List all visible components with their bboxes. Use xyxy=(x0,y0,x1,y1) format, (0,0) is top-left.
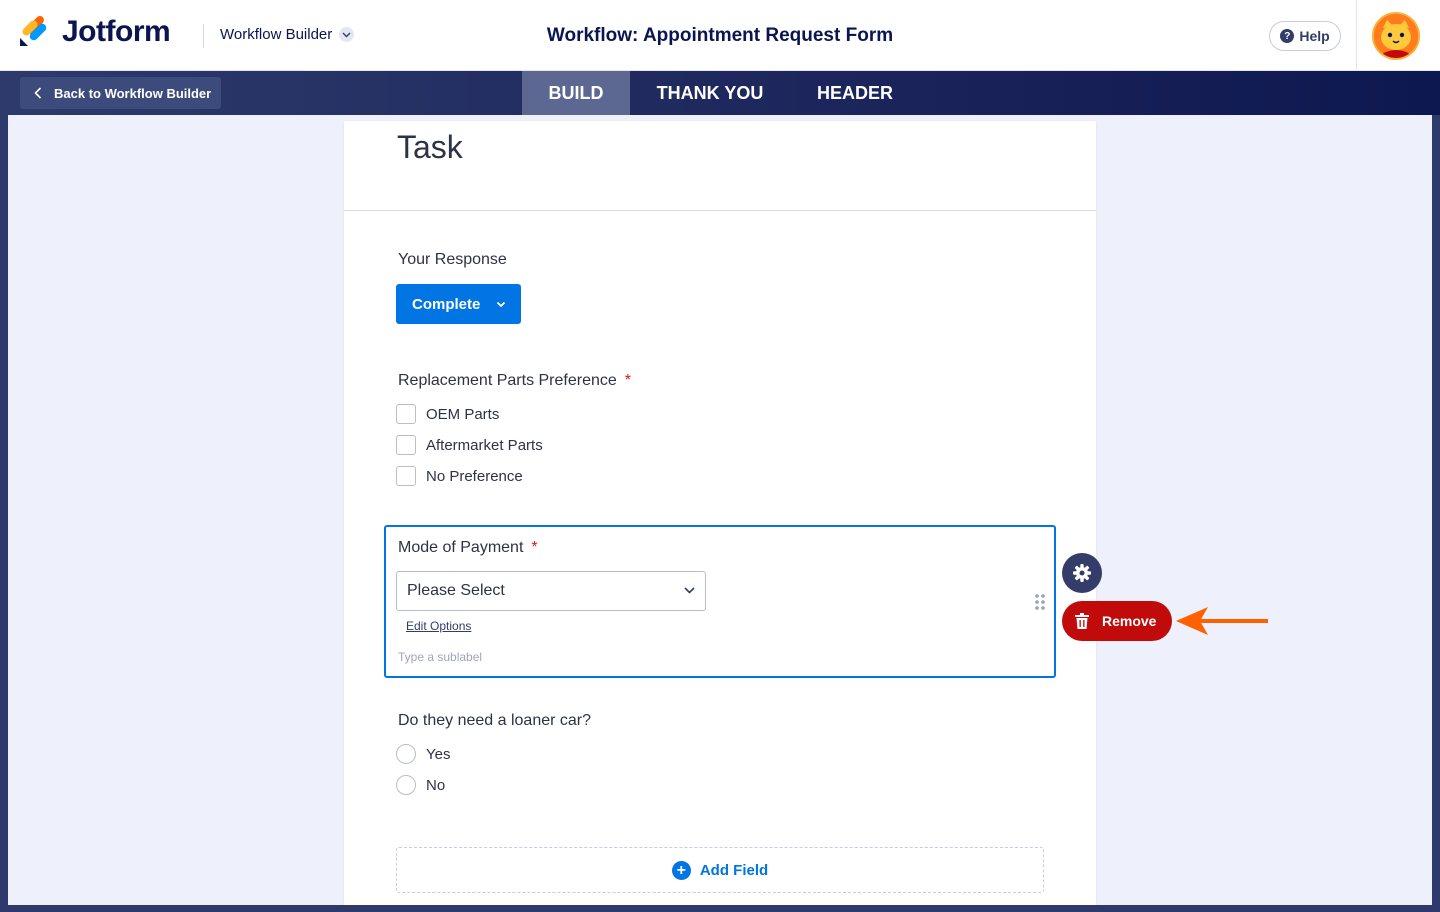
page-title: Workflow: Appointment Request Form xyxy=(546,25,894,46)
payment-label: Mode of Payment xyxy=(398,539,524,556)
radio[interactable] xyxy=(396,744,416,764)
remove-label: Remove xyxy=(1102,613,1157,629)
response-dropdown[interactable]: Complete xyxy=(396,284,521,324)
required-marker: * xyxy=(624,372,632,389)
help-button[interactable]: ? Help xyxy=(1269,21,1341,51)
payment-question[interactable]: Mode of Payment * xyxy=(398,539,538,557)
option-label: No Preference xyxy=(426,467,523,485)
plus-icon: + xyxy=(671,860,691,880)
form-title[interactable]: Task xyxy=(397,129,463,166)
workflow-builder-label: Workflow Builder xyxy=(220,26,333,43)
header-divider-right xyxy=(1356,0,1357,71)
response-value: Complete xyxy=(412,295,481,313)
option-oem[interactable]: OEM Parts xyxy=(396,404,499,424)
chevron-down-icon xyxy=(684,587,695,594)
required-marker: * xyxy=(531,539,538,556)
tab-build[interactable]: BUILD xyxy=(522,71,630,115)
option-no-preference[interactable]: No Preference xyxy=(396,466,523,486)
frame-edge-right xyxy=(1432,115,1440,912)
page-title-wrap: Workflow: Appointment Request Form xyxy=(0,25,1440,47)
pointer-arrow-icon xyxy=(1176,607,1268,635)
header-divider xyxy=(203,24,204,48)
remove-field-button[interactable]: Remove xyxy=(1062,601,1172,641)
option-label: No xyxy=(426,776,446,794)
top-header: Jotform Workflow Builder Workflow: Appoi… xyxy=(0,0,1440,71)
loaner-question[interactable]: Do they need a loaner car? xyxy=(398,712,591,730)
option-label: OEM Parts xyxy=(426,405,500,423)
chevron-down-icon xyxy=(339,27,355,42)
field-settings-button[interactable] xyxy=(1062,553,1102,593)
brand-name: Jotform xyxy=(62,15,171,48)
builder-nav: Back to Workflow Builder BUILD THANK YOU… xyxy=(0,71,1440,115)
avatar[interactable] xyxy=(1372,12,1420,60)
trash-icon xyxy=(1075,613,1089,629)
option-label: Yes xyxy=(426,745,451,763)
option-aftermarket[interactable]: Aftermarket Parts xyxy=(396,435,543,455)
workflow-builder-menu[interactable]: Workflow Builder xyxy=(220,26,355,43)
back-label: Back to Workflow Builder xyxy=(54,85,212,101)
question-icon: ? xyxy=(1280,29,1295,43)
add-field-button[interactable]: + Add Field xyxy=(396,847,1044,893)
chevron-left-icon xyxy=(34,87,42,99)
parts-label: Replacement Parts Preference xyxy=(398,372,617,389)
response-label[interactable]: Your Response xyxy=(398,251,507,269)
frame-edge-left xyxy=(0,115,8,912)
radio[interactable] xyxy=(396,775,416,795)
drag-handle-icon[interactable] xyxy=(1034,593,1046,611)
sublabel-input[interactable]: Type a sublabel xyxy=(398,650,482,664)
tab-thank-you[interactable]: THANK YOU xyxy=(630,71,790,115)
add-field-label: Add Field xyxy=(699,861,769,879)
checkbox[interactable] xyxy=(396,435,416,455)
parts-question[interactable]: Replacement Parts Preference * xyxy=(398,372,631,390)
option-label: Aftermarket Parts xyxy=(426,436,543,454)
tab-thank-you-label: THANK YOU xyxy=(656,82,764,103)
jotform-logo[interactable]: Jotform xyxy=(18,15,171,48)
frame-edge-bottom xyxy=(0,905,1440,912)
form-card: Task Your Response Complete Replacement … xyxy=(344,121,1096,912)
form-header: Task xyxy=(344,121,1096,211)
checkbox[interactable] xyxy=(396,404,416,424)
chevron-down-icon xyxy=(497,301,506,307)
payment-placeholder: Please Select xyxy=(407,582,505,599)
tab-build-label: BUILD xyxy=(548,82,604,103)
gear-icon xyxy=(1073,564,1091,582)
edit-options-link[interactable]: Edit Options xyxy=(406,619,471,633)
avatar-face-icon xyxy=(1374,14,1418,58)
tab-header-label: HEADER xyxy=(816,82,893,103)
help-label: Help xyxy=(1299,28,1330,44)
tab-header[interactable]: HEADER xyxy=(790,71,920,115)
option-no[interactable]: No xyxy=(396,775,445,795)
payment-select[interactable]: Please Select xyxy=(396,571,706,611)
back-to-workflow-button[interactable]: Back to Workflow Builder xyxy=(20,77,221,109)
checkbox[interactable] xyxy=(396,466,416,486)
option-yes[interactable]: Yes xyxy=(396,744,450,764)
jotform-logo-icon xyxy=(20,16,47,46)
